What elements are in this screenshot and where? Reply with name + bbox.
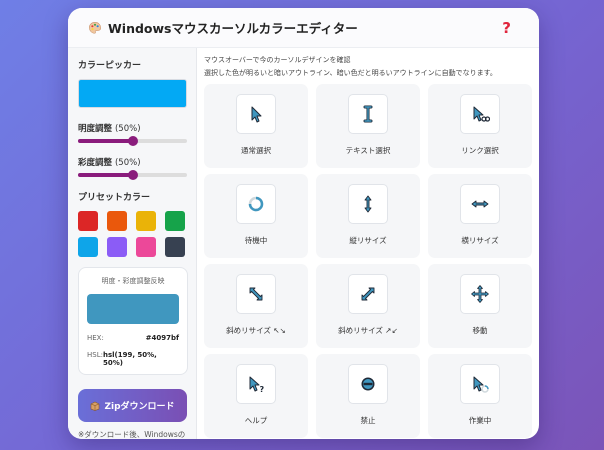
zip-download-label: Zipダウンロード (104, 402, 175, 412)
text-cursor-icon (363, 105, 373, 123)
hint-line-2: 選択した色が明るいと暗いアウトライン、暗い色だと明るいアウトラインに自動でなりま… (204, 68, 497, 77)
cursor-icon-box (460, 274, 500, 314)
main-panel: マウスオーバーで今のカーソルデザインを確認 選択した色が明るいと暗いアウトライン… (197, 48, 539, 439)
working-cursor-icon (473, 376, 489, 393)
preset-swatch[interactable] (165, 237, 185, 257)
cursor-label: 移動 (472, 326, 488, 335)
saturation-slider-thumb[interactable] (127, 170, 138, 180)
cursor-label: 横リサイズ (461, 236, 499, 245)
preset-swatch[interactable] (78, 211, 98, 231)
cursor-card[interactable]: 斜めリサイズ ↗↙ (316, 264, 420, 348)
cursor-card[interactable]: 横リサイズ (428, 174, 532, 258)
cursor-icon-box (348, 184, 388, 224)
cursor-icon-box (236, 274, 276, 314)
cursor-card[interactable]: リンク選択 (428, 84, 532, 168)
hsl-row: HSL: hsl(199, 50%, 50%) (87, 351, 179, 367)
preset-swatch[interactable] (136, 237, 156, 257)
cursor-icon-box (460, 364, 500, 404)
cursor-icon-box (348, 364, 388, 404)
cursor-card[interactable]: 通常選択 (204, 84, 308, 168)
unavailable-cursor-icon (361, 377, 375, 391)
preview-color (87, 294, 179, 324)
cursor-grid: 通常選択 テキスト選択 リンク選択待機中 縦リサイズ 横リサイズ斜めリサイズ ↖↘ 斜めリ… (204, 84, 533, 438)
hint-line-1: マウスオーバーで今のカーソルデザインを確認 (204, 56, 351, 64)
preset-swatch[interactable] (78, 237, 98, 257)
color-picker-swatch[interactable] (78, 79, 187, 108)
brightness-slider[interactable] (78, 136, 187, 146)
download-note: ※ダウンロード後、Windowsのマウス設定で適用してください (78, 430, 186, 439)
cursor-icon-box (460, 94, 500, 134)
cursor-label: ヘルプ (244, 416, 268, 425)
cursor-card[interactable]: 斜めリサイズ ↖↘ (204, 264, 308, 348)
hsl-value: hsl(199, 50%, 50%) (102, 351, 157, 367)
app-window: Windowsマウスカーソルカラーエディター ? カラーピッカー 明度調整 (5… (68, 8, 539, 439)
hex-label: HEX: (87, 334, 104, 342)
saturation-value: (50%) (114, 158, 141, 168)
brightness-label: 明度調整 (50%) (78, 124, 141, 134)
cursor-label: 縦リサイズ (349, 236, 387, 245)
preset-swatch[interactable] (165, 211, 185, 231)
cursor-label: 斜めリサイズ ↗↙ (338, 326, 398, 335)
horizontal-resize-icon (471, 200, 489, 208)
zip-download-button[interactable]: Zipダウンロード (78, 389, 187, 422)
cursor-card[interactable]: 禁止 (316, 354, 420, 438)
brightness-value: (50%) (114, 124, 141, 134)
preview-title: 明度・彩度調整反映 (101, 277, 165, 285)
vertical-resize-icon (364, 195, 372, 213)
preset-title: プリセットカラー (78, 193, 151, 203)
svg-text:?: ? (260, 385, 265, 394)
cursor-label: リンク選択 (461, 146, 499, 155)
preset-swatch[interactable] (107, 211, 127, 231)
saturation-label: 彩度調整 (50%) (78, 158, 141, 168)
help-cursor-icon: ? (249, 376, 265, 394)
preset-swatch[interactable] (136, 211, 156, 231)
saturation-slider-fill (78, 173, 133, 177)
cursor-card[interactable]: 待機中 (204, 174, 308, 258)
cursor-icon-box (348, 94, 388, 134)
package-icon (91, 401, 100, 411)
app-title: Windowsマウスカーソルカラーエディター (108, 21, 358, 36)
busy-cursor-icon (248, 196, 264, 212)
cursor-icon-box (460, 184, 500, 224)
saturation-slider[interactable] (78, 170, 187, 180)
cursor-label: 禁止 (360, 416, 376, 425)
hex-value: #4097bf (145, 334, 179, 342)
move-cursor-icon (471, 285, 489, 303)
cursor-card[interactable]: 縦リサイズ (316, 174, 420, 258)
cursor-icon-box: ? (236, 364, 276, 404)
palette-icon (89, 21, 101, 34)
link-cursor-icon (473, 106, 490, 122)
cursor-label: テキスト選択 (345, 146, 391, 155)
cursor-icon-box (236, 184, 276, 224)
cursor-card[interactable]: テキスト選択 (316, 84, 420, 168)
cursor-card[interactable]: ? ヘルプ (204, 354, 308, 438)
cursor-label: 斜めリサイズ ↖↘ (226, 326, 286, 335)
hex-row: HEX: #4097bf (87, 334, 179, 342)
cursor-icon-box (348, 274, 388, 314)
color-picker-title: カラーピッカー (78, 61, 142, 71)
cursor-label: 通常選択 (241, 146, 271, 155)
cursor-label: 待機中 (244, 236, 268, 245)
cursor-card[interactable]: 作業中 (428, 354, 532, 438)
diagonal-resize-1-icon (249, 287, 263, 301)
hsl-label: HSL: (87, 351, 103, 359)
arrow-cursor-icon (251, 106, 262, 123)
cursor-label: 作業中 (468, 416, 492, 425)
preview-card: 明度・彩度調整反映 HEX: #4097bf HSL: hsl(199, 50%… (78, 267, 188, 375)
cursor-card[interactable]: 移動 (428, 264, 532, 348)
preset-swatch[interactable] (107, 237, 127, 257)
diagonal-resize-2-icon (361, 287, 375, 301)
brightness-slider-thumb[interactable] (127, 136, 138, 146)
sidebar: カラーピッカー 明度調整 (50%) 彩度調整 (50%) プリセットカラー 明… (68, 48, 197, 439)
help-icon[interactable]: ? (502, 19, 511, 37)
brightness-slider-fill (78, 139, 133, 143)
cursor-icon-box (236, 94, 276, 134)
preset-swatches (78, 211, 186, 257)
title-bar: Windowsマウスカーソルカラーエディター ? (68, 8, 539, 48)
